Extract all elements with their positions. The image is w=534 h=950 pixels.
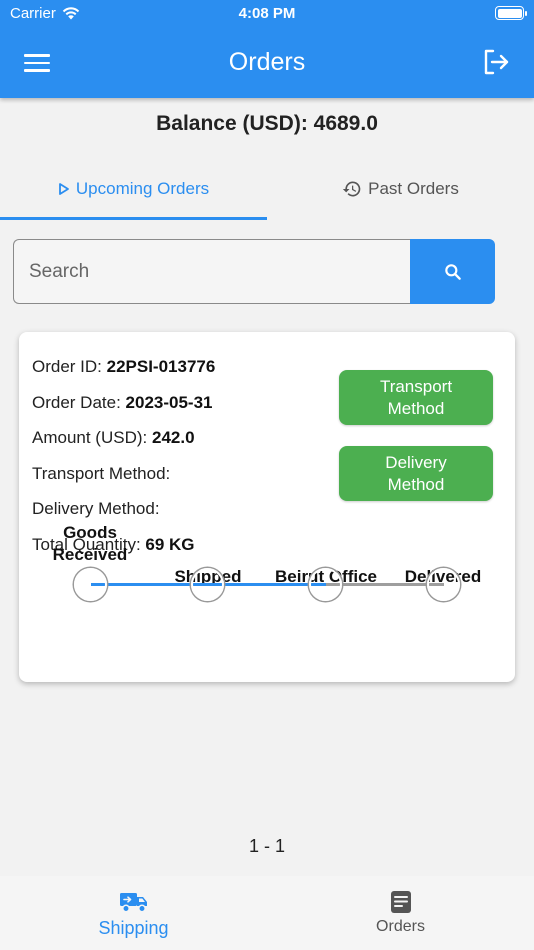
order-amount-row: Amount (USD): 242.0 [32, 428, 215, 464]
logout-icon[interactable] [480, 46, 512, 78]
transport-method-row: Transport Method: [32, 464, 215, 500]
tab-past-label: Past Orders [368, 179, 459, 198]
step-dot-goods-received [74, 568, 107, 601]
nav-item-shipping[interactable]: Shipping [0, 876, 267, 950]
order-amount-value: 242.0 [151, 428, 195, 448]
tab-upcoming-orders[interactable]: Upcoming Orders [0, 160, 267, 220]
order-date-row: Order Date: 2023-05-31 [32, 393, 215, 429]
status-time: 4:08 PM [238, 5, 296, 22]
search-button[interactable] [410, 239, 495, 304]
page-title: Orders [228, 48, 306, 76]
order-id-label: Order ID: [32, 357, 107, 376]
nav-shipping-label: Shipping [98, 918, 169, 938]
search-icon [444, 263, 461, 280]
step-dot-beirut-office [309, 568, 342, 601]
battery-icon [495, 6, 527, 20]
step-label-goods-received: Goods Received [52, 523, 128, 564]
total-quantity-value: 69 KG [145, 534, 195, 554]
search-input[interactable] [13, 239, 410, 304]
transport-method-label: Transport Method: [32, 463, 171, 483]
delivery-method-button[interactable]: Delivery Method [339, 446, 493, 501]
status-bar: Carrier 4:08 PM [0, 0, 534, 28]
tab-past-orders[interactable]: Past Orders [267, 160, 534, 218]
delivery-method-label: Delivery Method: [32, 499, 160, 519]
order-id-row: Order ID: 22PSI-013776 [32, 357, 215, 393]
step-dot-delivered [427, 568, 460, 601]
transport-method-button[interactable]: Transport Method [339, 370, 493, 425]
order-amount-label: Amount (USD): [32, 428, 152, 448]
app-bar: Carrier 4:08 PM Orders [0, 0, 534, 98]
nav-orders-label: Orders [376, 918, 425, 935]
play-outline-icon [58, 182, 69, 195]
order-tabs: Upcoming Orders Past Orders [0, 160, 534, 220]
nav-item-orders[interactable]: Orders [267, 876, 534, 950]
truck-icon [119, 893, 147, 913]
order-card[interactable]: Order ID: 22PSI-013776 Order Date: 2023-… [19, 332, 515, 682]
document-list-icon [390, 891, 411, 913]
search-bar [13, 239, 495, 304]
transport-method-button-label: Transport Method [379, 376, 453, 418]
history-icon [342, 181, 361, 197]
order-date-label: Order Date: [32, 392, 126, 412]
order-id-value: 22PSI-013776 [106, 357, 216, 376]
order-date-value: 2023-05-31 [125, 392, 213, 412]
order-progress-tracker [19, 564, 515, 604]
balance-label: Balance (USD): 4689.0 [156, 112, 378, 135]
tab-upcoming-label: Upcoming Orders [75, 178, 210, 198]
bottom-navigation: Shipping Orders [0, 876, 534, 950]
delivery-method-button-label: Delivery Method [385, 452, 447, 494]
step-dot-shipped [191, 568, 224, 601]
pagination-label: 1 - 1 [248, 836, 286, 856]
